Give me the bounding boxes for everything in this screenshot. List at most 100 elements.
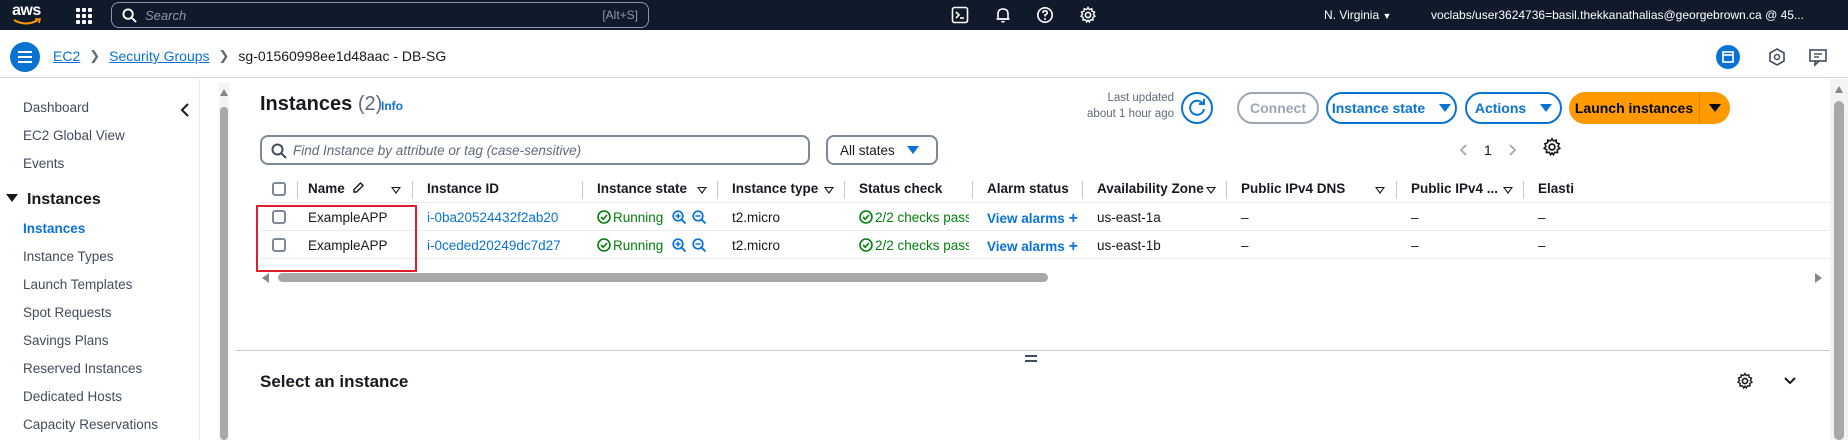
launch-instances-dropdown-button[interactable] bbox=[1699, 92, 1730, 124]
state-label: Running bbox=[613, 210, 664, 225]
sidebar-item-spot-requests[interactable]: Spot Requests bbox=[23, 305, 112, 320]
zoom-out-icon[interactable] bbox=[692, 210, 707, 225]
breadcrumb-ec2[interactable]: EC2 bbox=[53, 48, 80, 64]
column-header-alarm-status[interactable]: Alarm status bbox=[987, 181, 1069, 196]
actions-label: Actions bbox=[1474, 100, 1527, 116]
select-all-checkbox[interactable] bbox=[272, 182, 286, 196]
pencil-icon bbox=[352, 182, 364, 193]
column-header-elastic-ip[interactable]: Elasti bbox=[1538, 181, 1574, 196]
sidebar-item-savings-plans[interactable]: Savings Plans bbox=[23, 333, 109, 348]
view-alarms-link[interactable]: View alarms + bbox=[987, 238, 1078, 256]
split-panel-title: Select an instance bbox=[260, 372, 409, 391]
status-label: 2/2 checks passec bbox=[875, 210, 969, 225]
caret-down-icon bbox=[1540, 104, 1553, 112]
account-menu[interactable]: voclabs/user3624736=basil.thekkanathalia… bbox=[1431, 8, 1804, 22]
states-filter-value: All states bbox=[840, 142, 895, 158]
sort-icon[interactable] bbox=[391, 187, 401, 194]
split-panel-gear-icon[interactable] bbox=[1736, 372, 1754, 390]
launch-instances-button[interactable]: Launch instances bbox=[1569, 92, 1699, 124]
table-row[interactable]: ExampleAPP i-0ba20524432f2ab20 Running t… bbox=[260, 204, 1830, 231]
status-label: 2/2 checks passec bbox=[875, 238, 969, 253]
sidebar-item-launch-templates[interactable]: Launch Templates bbox=[23, 277, 132, 292]
column-name-label: Name bbox=[308, 181, 345, 196]
page-title: Instances (2) bbox=[260, 93, 382, 116]
sidebar-item-capacity-reservations[interactable]: Capacity Reservations bbox=[23, 417, 158, 432]
sidebar-item-dedicated-hosts[interactable]: Dedicated Hosts bbox=[23, 389, 122, 404]
refresh-icon bbox=[1189, 99, 1205, 116]
column-header-status-check[interactable]: Status check bbox=[859, 181, 942, 196]
cloudshell-icon[interactable] bbox=[951, 6, 969, 24]
aws-logo[interactable]: aws bbox=[12, 3, 48, 28]
table-preferences-gear-icon[interactable] bbox=[1542, 137, 1562, 157]
connect-button[interactable]: Connect bbox=[1237, 92, 1319, 124]
column-header-name[interactable]: Name bbox=[308, 181, 365, 196]
column-header-instance-state[interactable]: Instance state bbox=[597, 181, 687, 196]
sidebar-item-instances[interactable]: Instances bbox=[23, 221, 85, 236]
sidebar-item-global-view[interactable]: EC2 Global View bbox=[23, 128, 125, 143]
side-navigation: Dashboard EC2 Global View Events Instanc… bbox=[0, 79, 200, 440]
chevron-right-icon[interactable] bbox=[1508, 143, 1518, 157]
help-icon[interactable] bbox=[1036, 6, 1054, 24]
notifications-settings-icon[interactable] bbox=[1765, 45, 1789, 69]
sidebar-scrollbar[interactable] bbox=[219, 83, 229, 440]
column-header-public-ipv4[interactable]: Public IPv4 ... bbox=[1411, 181, 1498, 196]
top-navigation: aws Search [Alt+S] N. Virginia ▼ voclabs… bbox=[0, 0, 1848, 30]
highlight-box bbox=[256, 205, 417, 272]
chevron-down-icon[interactable] bbox=[1782, 374, 1798, 388]
cell-availability-zone: us-east-1b bbox=[1097, 238, 1161, 253]
sidebar-item-reserved-instances[interactable]: Reserved Instances bbox=[23, 361, 142, 376]
drag-handle-icon[interactable] bbox=[1025, 355, 1037, 363]
gear-icon[interactable] bbox=[1079, 6, 1097, 24]
column-header-instance-id[interactable]: Instance ID bbox=[427, 181, 499, 196]
global-search-input[interactable]: Search [Alt+S] bbox=[111, 2, 649, 28]
actions-button[interactable]: Actions bbox=[1465, 92, 1562, 124]
cell-availability-zone: us-east-1a bbox=[1097, 210, 1161, 225]
sort-icon[interactable] bbox=[824, 187, 834, 194]
zoom-in-icon[interactable] bbox=[672, 238, 687, 253]
zoom-in-icon[interactable] bbox=[672, 210, 687, 225]
caret-down-icon bbox=[906, 146, 919, 154]
page-vertical-scrollbar[interactable] bbox=[1830, 79, 1848, 440]
search-shortcut: [Alt+S] bbox=[602, 8, 638, 22]
sidebar-item-dashboard[interactable]: Dashboard bbox=[23, 100, 89, 115]
feedback-icon[interactable] bbox=[1806, 45, 1830, 69]
info-link[interactable]: Info bbox=[381, 99, 403, 113]
states-filter-select[interactable]: All states bbox=[826, 135, 938, 165]
column-header-instance-type[interactable]: Instance type bbox=[732, 181, 818, 196]
sidebar-item-instance-types[interactable]: Instance Types bbox=[23, 249, 114, 264]
table-row[interactable]: ExampleAPP i-0ceded20249dc7d27 Running t… bbox=[260, 232, 1830, 259]
alarm-label: View alarms bbox=[987, 211, 1065, 226]
sort-icon[interactable] bbox=[1375, 187, 1385, 194]
cell-instance-id-link[interactable]: i-0ba20524432f2ab20 bbox=[427, 210, 558, 225]
sort-icon[interactable] bbox=[1503, 187, 1513, 194]
column-header-public-ipv4-dns[interactable]: Public IPv4 DNS bbox=[1241, 181, 1345, 196]
cell-status-check: 2/2 checks passec bbox=[859, 238, 969, 253]
cell-instance-id-link[interactable]: i-0ceded20249dc7d27 bbox=[427, 238, 561, 253]
zoom-out-icon[interactable] bbox=[692, 238, 707, 253]
bell-icon[interactable] bbox=[994, 6, 1012, 24]
breadcrumb-security-groups[interactable]: Security Groups bbox=[109, 48, 209, 64]
refresh-button[interactable] bbox=[1181, 92, 1213, 124]
instance-state-button[interactable]: Instance state bbox=[1326, 92, 1457, 124]
breadcrumb-bar: EC2 ❯ Security Groups ❯ sg-01560998ee1d4… bbox=[0, 30, 1848, 78]
page-number[interactable]: 1 bbox=[1484, 142, 1492, 158]
chevron-left-icon[interactable] bbox=[1458, 143, 1468, 157]
view-alarms-link[interactable]: View alarms + bbox=[987, 210, 1078, 228]
page-layout-icon[interactable] bbox=[1716, 45, 1740, 69]
sidebar-item-events[interactable]: Events bbox=[23, 156, 64, 171]
side-nav-toggle-button[interactable] bbox=[10, 42, 40, 72]
column-header-availability-zone[interactable]: Availability Zone bbox=[1097, 181, 1204, 196]
instance-filter-input[interactable]: Find Instance by attribute or tag (case-… bbox=[260, 135, 810, 165]
region-selector[interactable]: N. Virginia ▼ bbox=[1324, 8, 1391, 22]
sidebar-section-label: Instances bbox=[27, 191, 101, 208]
sidebar-section-instances[interactable]: Instances bbox=[6, 191, 101, 209]
chevron-left-icon[interactable] bbox=[178, 101, 192, 119]
table-horizontal-scrollbar[interactable] bbox=[260, 271, 1830, 285]
sort-icon[interactable] bbox=[697, 187, 707, 194]
breadcrumb-separator-icon: ❯ bbox=[218, 48, 230, 63]
services-grid-icon[interactable] bbox=[76, 8, 92, 24]
sort-icon[interactable] bbox=[1206, 187, 1216, 194]
pagination: 1 bbox=[1458, 137, 1518, 163]
success-check-icon bbox=[597, 238, 611, 252]
caret-down-icon bbox=[1439, 104, 1452, 112]
